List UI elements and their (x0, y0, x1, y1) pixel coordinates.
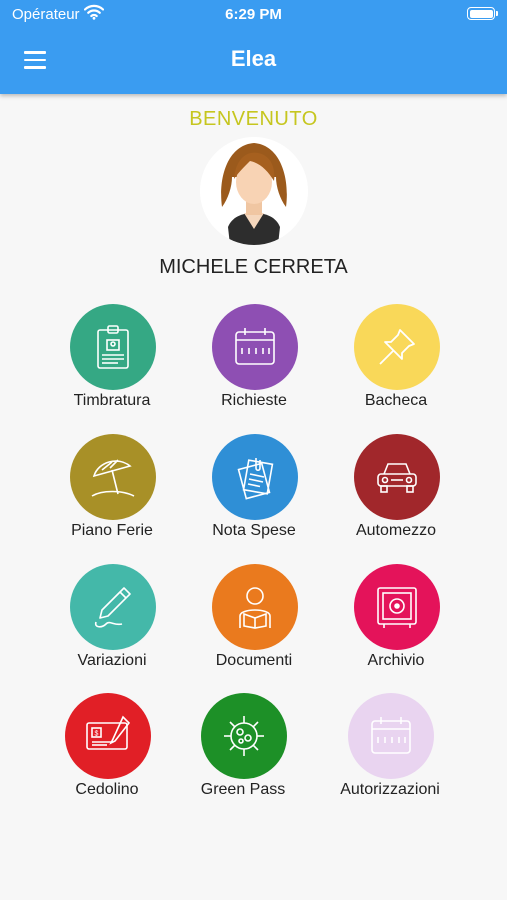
virus-icon (224, 716, 264, 756)
receipt-clip-icon (237, 458, 274, 500)
tile-circle (212, 434, 298, 520)
svg-text:$: $ (95, 731, 99, 738)
reader-icon (239, 587, 271, 629)
tile-label: Variazioni (77, 652, 147, 669)
car-icon (377, 463, 417, 493)
status-bar: Opérateur 6:29 PM (0, 0, 507, 30)
welcome-text: BENVENUTO (189, 108, 318, 130)
tile-autorizzazioni[interactable]: Autorizzazioni (315, 693, 465, 803)
tile-circle (70, 564, 156, 650)
avatar (200, 137, 308, 245)
pencil-icon (94, 587, 131, 628)
tile-timbratura[interactable]: Timbratura (37, 304, 187, 414)
tile-label: Nota Spese (212, 522, 296, 539)
tile-bacheca[interactable]: Bacheca (321, 304, 471, 414)
safe-icon (377, 587, 417, 628)
tile-archivio[interactable]: Archivio (321, 564, 471, 674)
tile-circle (354, 434, 440, 520)
beach-umbrella-icon (91, 459, 135, 497)
tile-circle (354, 304, 440, 390)
app-bar: Opérateur 6:29 PM Elea (0, 0, 507, 94)
tile-green-pass[interactable]: Green Pass (168, 693, 318, 803)
tile-label: Cedolino (75, 781, 139, 798)
tile-circle (212, 564, 298, 650)
tile-label: Timbratura (73, 392, 151, 409)
tile-label: Documenti (215, 652, 293, 669)
clock: 6:29 PM (225, 6, 282, 23)
tile-circle (201, 693, 287, 779)
battery-icon (467, 7, 498, 20)
tile-richieste[interactable]: Richieste (179, 304, 329, 414)
calendar-icon (235, 328, 275, 365)
tile-documenti[interactable]: Documenti (179, 564, 329, 674)
app-title: Elea (230, 46, 277, 71)
tile-cedolino[interactable]: $ Cedolino (32, 693, 182, 803)
tile-circle (212, 304, 298, 390)
tile-label: Piano Ferie (71, 522, 153, 539)
tile-label: Bacheca (364, 392, 428, 409)
calendar-icon (371, 717, 411, 754)
tile-label: Green Pass (200, 781, 286, 798)
cheque-icon: $ (86, 715, 131, 750)
tile-circle (70, 304, 156, 390)
pushpin-icon (379, 329, 415, 365)
tile-circle (348, 693, 434, 779)
tile-variazioni[interactable]: Variazioni (37, 564, 187, 674)
tile-circle (70, 434, 156, 520)
woman-avatar-icon (200, 137, 308, 245)
tile-label: Automezzo (355, 522, 437, 539)
user-name: MICHELE CERRETA (159, 256, 348, 278)
tile-piano-ferie[interactable]: Piano Ferie (37, 434, 187, 544)
tile-label: Archivio (367, 652, 425, 669)
tile-nota-spese[interactable]: Nota Spese (179, 434, 329, 544)
tile-circle: $ (65, 693, 151, 779)
tile-label: Richieste (221, 392, 287, 409)
tile-circle (354, 564, 440, 650)
tile-label: Autorizzazioni (340, 781, 440, 798)
tile-automezzo[interactable]: Automezzo (321, 434, 471, 544)
badge-icon (97, 325, 129, 369)
